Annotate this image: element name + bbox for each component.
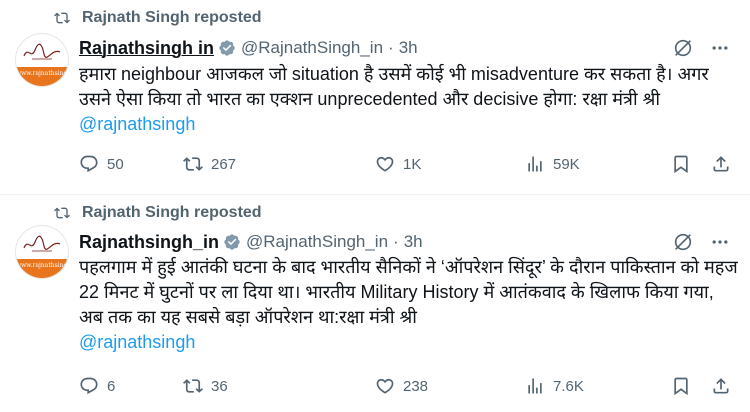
post[interactable]: Rajnath Singh reposted www.rajnathsingh.…	[0, 194, 750, 412]
mention-link[interactable]: @rajnathsingh	[79, 114, 195, 134]
like-button[interactable]: 238	[375, 376, 428, 396]
post-text: हमारा neighbour आजकल जो situation है उसम…	[79, 62, 739, 137]
post-header: Rajnathsingh_in @RajnathSingh_in · 3h	[79, 231, 423, 253]
post-text: पहलगाम में हुई आतंकी घटना के बाद भारतीय …	[79, 255, 739, 355]
share-icon	[713, 156, 729, 172]
views-icon	[528, 378, 542, 394]
share-button[interactable]	[711, 376, 731, 396]
repost-button[interactable]: 36	[183, 376, 228, 396]
post-header: Rajnathsingh in @RajnathSingh_in · 3h	[79, 37, 418, 59]
like-count: 238	[403, 377, 429, 395]
post-top-actions	[672, 37, 730, 59]
avatar[interactable]: www.rajnathsingh.in	[15, 33, 69, 87]
like-button[interactable]: 1K	[375, 154, 421, 174]
grok-icon[interactable]	[672, 37, 694, 59]
reply-count: 50	[107, 155, 124, 173]
post-time[interactable]: 3h	[404, 232, 423, 252]
verified-badge-icon[interactable]	[218, 39, 236, 57]
repost-label: Rajnath Singh reposted	[82, 204, 262, 221]
views-button[interactable]: 7.6K	[525, 376, 584, 396]
like-icon	[376, 156, 394, 172]
views-count: 59K	[553, 155, 580, 173]
views-button[interactable]: 59K	[525, 154, 580, 174]
separator: ·	[393, 232, 399, 251]
repost-icon	[52, 205, 72, 221]
post-time[interactable]: 3h	[399, 38, 418, 58]
views-count: 7.6K	[553, 377, 584, 395]
share-icon	[713, 378, 729, 394]
avatar-caption: www.rajnathsingh.in	[16, 262, 68, 269]
repost-icon	[183, 379, 203, 393]
reply-button[interactable]: 6	[79, 376, 115, 396]
action-bar: 50 267 1K 59K	[79, 154, 729, 178]
author-handle[interactable]: @RajnathSingh_in	[246, 232, 388, 252]
more-icon[interactable]	[710, 38, 730, 58]
signature-logo	[23, 235, 61, 252]
repost-count: 267	[211, 155, 237, 173]
author-name[interactable]: Rajnathsingh in	[79, 38, 214, 59]
mention-link[interactable]: @rajnathsingh	[79, 332, 195, 352]
bookmark-button[interactable]	[671, 376, 691, 396]
verified-badge-icon[interactable]	[223, 233, 241, 251]
like-count: 1K	[403, 155, 422, 173]
reply-icon	[80, 377, 98, 395]
more-icon[interactable]	[710, 232, 730, 252]
post-top-actions	[672, 231, 730, 253]
repost-button[interactable]: 267	[183, 154, 236, 174]
bookmark-icon	[674, 377, 688, 396]
separator: ·	[388, 38, 394, 57]
reply-count: 6	[107, 377, 116, 395]
post-text-content: पहलगाम में हुई आतंकी घटना के बाद भारतीय …	[79, 257, 738, 327]
repost-indicator[interactable]: Rajnath Singh reposted	[52, 8, 262, 28]
avatar[interactable]: www.rajnathsingh.in	[15, 225, 69, 279]
post[interactable]: Rajnath Singh reposted www.rajnathsingh.…	[0, 0, 750, 194]
like-icon	[376, 378, 394, 394]
action-bar: 6 36 238 7.6K	[79, 376, 729, 400]
repost-icon	[52, 10, 72, 26]
author-handle[interactable]: @RajnathSingh_in	[241, 38, 383, 58]
views-icon	[528, 156, 542, 172]
reply-button[interactable]: 50	[79, 154, 124, 174]
bookmark-icon	[674, 155, 688, 174]
repost-count: 36	[211, 377, 228, 395]
repost-icon	[183, 157, 203, 171]
repost-label: Rajnath Singh reposted	[82, 9, 262, 26]
grok-icon[interactable]	[672, 231, 694, 253]
reply-icon	[80, 155, 98, 173]
bookmark-button[interactable]	[671, 154, 691, 174]
share-button[interactable]	[711, 154, 731, 174]
repost-indicator[interactable]: Rajnath Singh reposted	[52, 203, 262, 223]
post-text-content: हमारा neighbour आजकल जो situation है उसम…	[79, 64, 709, 109]
author-name[interactable]: Rajnathsingh_in	[79, 232, 219, 253]
signature-logo	[23, 43, 61, 60]
avatar-caption: www.rajnathsingh.in	[16, 70, 68, 77]
